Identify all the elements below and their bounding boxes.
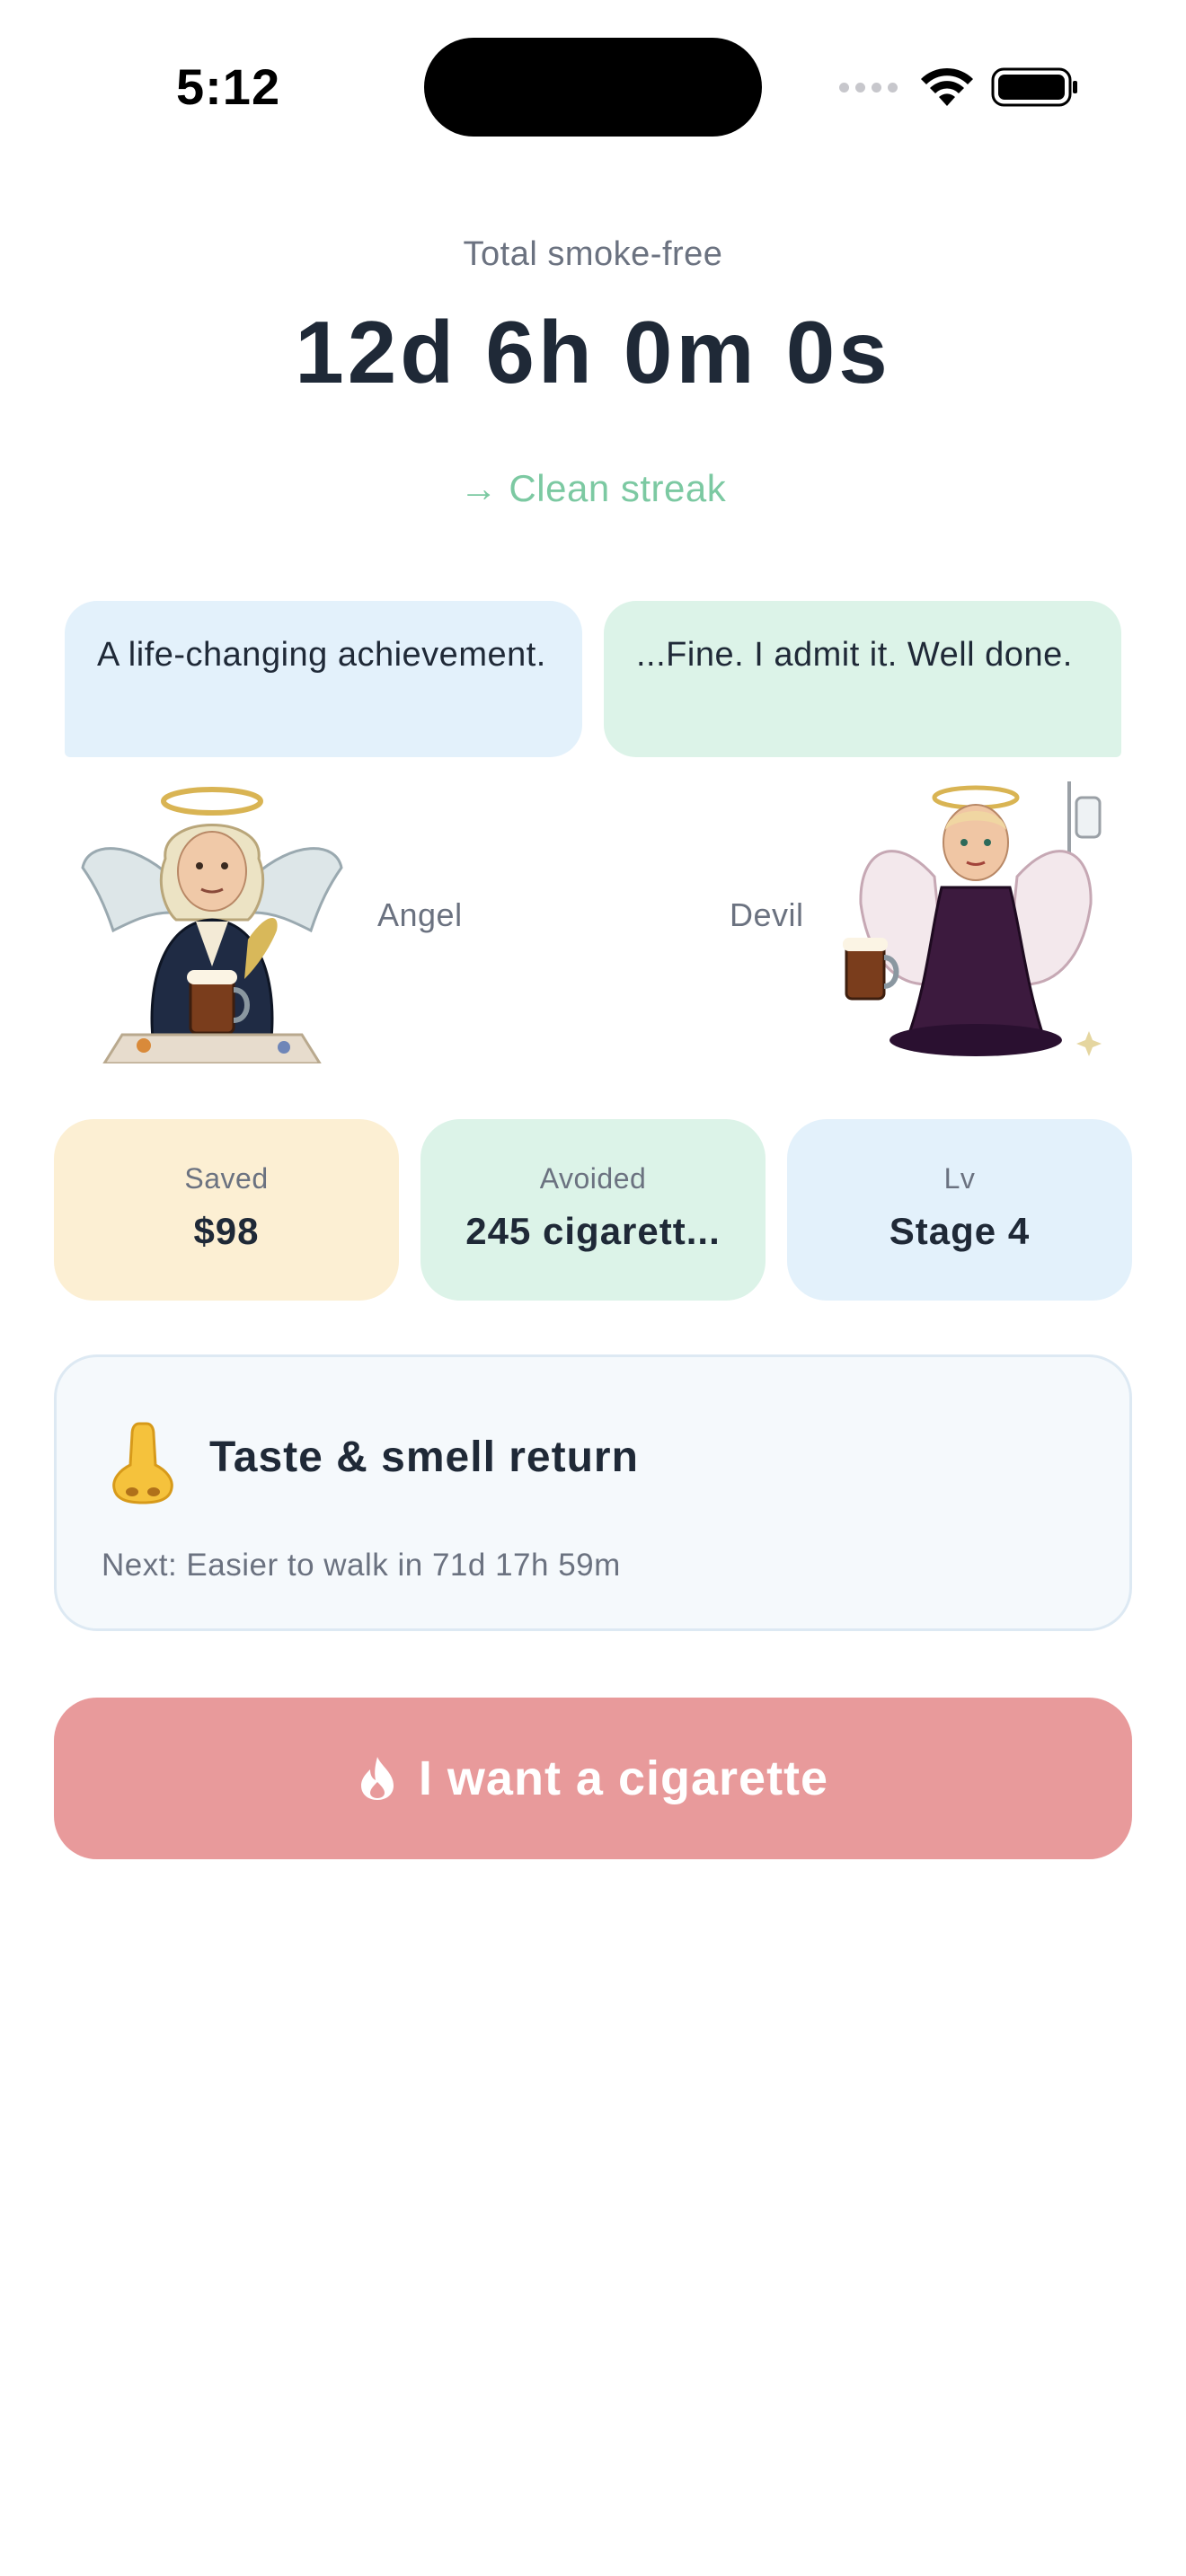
craving-button-label: I want a cigarette (418, 1751, 829, 1805)
stat-label: Lv (943, 1162, 976, 1195)
devil-speech-bubble: ...Fine. I admit it. Well done. (604, 601, 1121, 757)
devil-character-icon (843, 781, 1102, 1056)
stat-label: Saved (184, 1162, 269, 1195)
nose-icon (112, 1422, 173, 1504)
angel-name-label: Angel (377, 896, 463, 933)
flame-icon (360, 1757, 394, 1800)
wifi-icon (921, 67, 973, 106)
cellular-signal-icon (839, 82, 898, 93)
craving-button[interactable]: I want a cigarette (54, 1698, 1132, 1859)
milestone-title: Taste & smell return (209, 1434, 639, 1481)
smoke-free-timer: 12d 6h 0m 0s (295, 303, 891, 401)
stat-label: Avoided (539, 1162, 647, 1195)
dynamic-island (424, 38, 762, 137)
angel-speech-bubble: A life-changing achievement. (65, 601, 582, 757)
avoided-stat-card: Avoided 245 cigarett... (420, 1119, 766, 1301)
angel-character-icon (81, 787, 343, 1063)
page-subtitle: Total smoke-free (463, 235, 723, 273)
battery-icon (991, 67, 1077, 107)
stat-value: $98 (193, 1210, 260, 1252)
milestone-card[interactable]: Taste & smell return Next: Easier to wal… (54, 1354, 1132, 1631)
next-milestone-text: Next: Easier to walk in 71d 17h 59m (102, 1548, 621, 1583)
status-time: 5:12 (176, 58, 281, 115)
stat-value: Stage 4 (889, 1210, 1031, 1252)
devil-name-label: Devil (730, 896, 804, 933)
level-stat-card: Lv Stage 4 (787, 1119, 1132, 1301)
clean-streak-link[interactable]: → Clean streak (0, 467, 1186, 510)
stat-value: 245 cigarett... (465, 1210, 721, 1252)
status-icons (839, 65, 1079, 110)
home-screen: 5:12 Total smoke-free 12d 6h 0m 0s → Cle… (0, 0, 1186, 2576)
saved-stat-card: Saved $98 (54, 1119, 399, 1301)
